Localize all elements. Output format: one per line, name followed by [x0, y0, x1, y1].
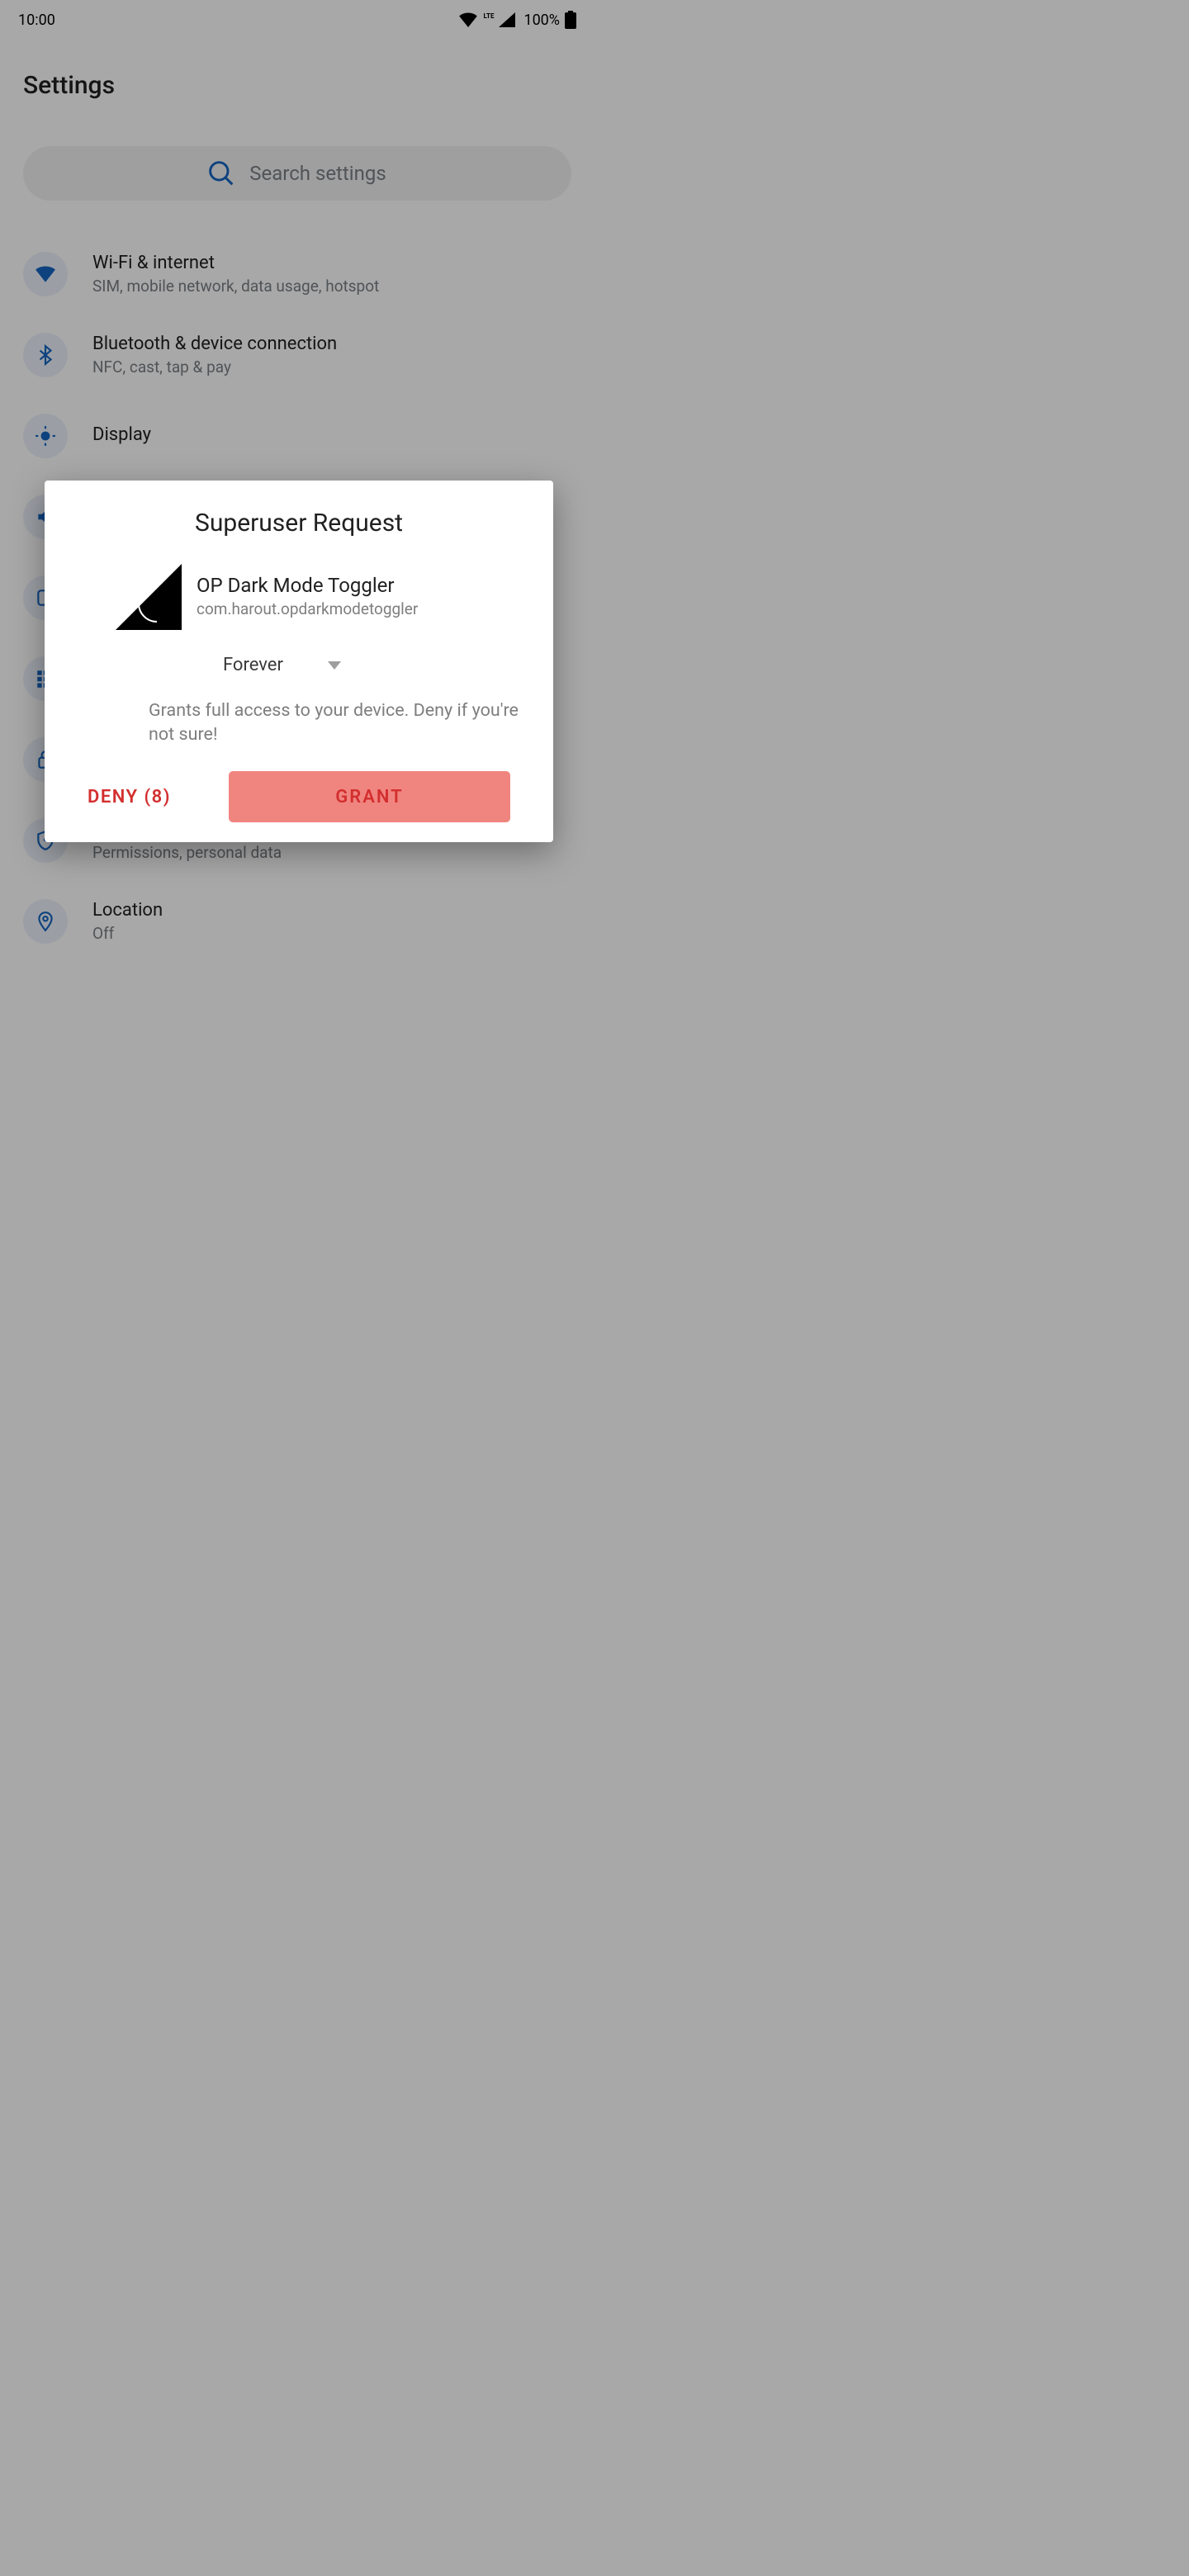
modal-scrim[interactable] — [0, 0, 1189, 2576]
superuser-dialog: Superuser Request OP Dark Mode Toggler c… — [45, 481, 553, 842]
dialog-title: Superuser Request — [45, 509, 553, 537]
duration-dropdown[interactable]: Forever — [45, 655, 553, 675]
app-icon — [112, 561, 183, 632]
warning-text: Grants full access to your device. Deny … — [45, 698, 553, 746]
deny-button[interactable]: DENY (8) — [88, 787, 171, 807]
app-package: com.harout.opdarkmodetoggler — [197, 599, 418, 618]
dialog-button-row: DENY (8) GRANT — [45, 771, 553, 822]
chevron-down-icon — [328, 661, 341, 670]
duration-value: Forever — [223, 655, 283, 675]
grant-button[interactable]: GRANT — [229, 771, 510, 822]
app-name: OP Dark Mode Toggler — [197, 574, 418, 597]
requesting-app-row: OP Dark Mode Toggler com.harout.opdarkmo… — [45, 561, 553, 632]
